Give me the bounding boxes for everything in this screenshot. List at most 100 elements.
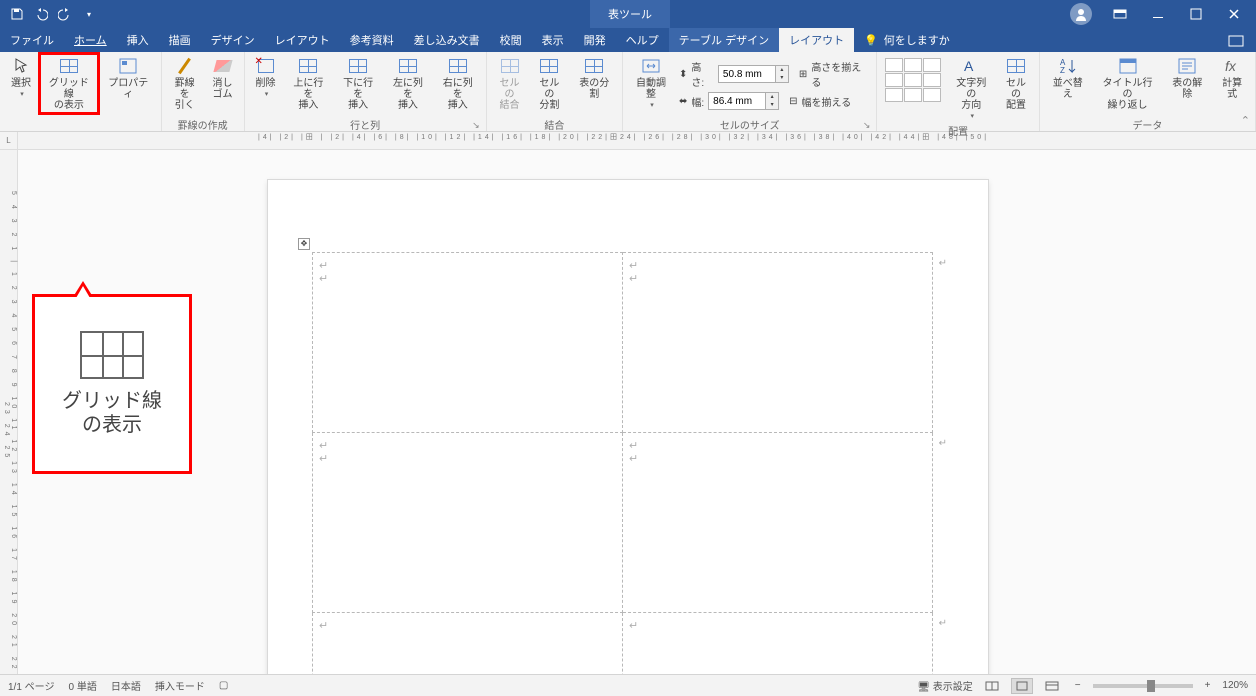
undo-button[interactable]	[32, 5, 50, 23]
macro-record-icon[interactable]: ▢	[219, 680, 228, 691]
close-button[interactable]	[1216, 0, 1252, 28]
sort-button[interactable]: AZ並べ替え	[1044, 54, 1092, 102]
tell-me-search[interactable]: 💡 何をしますか	[854, 28, 960, 52]
rowscols-launcher[interactable]: ↘	[472, 120, 480, 131]
insert-below-button[interactable]: 下に行を 挿入	[334, 54, 382, 113]
tab-design[interactable]: デザイン	[201, 28, 265, 52]
tab-table-design[interactable]: テーブル デザイン	[669, 28, 779, 52]
eraser-button[interactable]: 消し ゴム	[206, 54, 240, 102]
input-mode-status[interactable]: 挿入モード	[155, 678, 205, 693]
insert-left-button[interactable]: 左に列を 挿入	[384, 54, 432, 113]
distribute-rows-button[interactable]: 高さを揃える	[811, 59, 870, 89]
align-tc[interactable]	[904, 58, 922, 72]
title-bar: ▾ 文書 1 - Word 表ツール	[0, 0, 1256, 28]
align-tr[interactable]	[923, 58, 941, 72]
align-mr[interactable]	[923, 73, 941, 87]
tab-draw[interactable]: 描画	[159, 28, 201, 52]
redo-button[interactable]	[56, 5, 74, 23]
status-bar: 1/1 ページ 0 単語 日本語 挿入モード ▢ 🖥 表示設定 − + 120%	[0, 674, 1256, 696]
repeat-header-label: タイトル行の 繰り返し	[1098, 78, 1158, 111]
group-cellsize-label: セルのサイズ	[720, 121, 780, 132]
tab-home[interactable]: ホーム	[64, 28, 117, 52]
maximize-button[interactable]	[1178, 0, 1214, 28]
draw-table-button[interactable]: 罫線を 引く	[166, 54, 204, 113]
split-cells-button[interactable]: セルの 分割	[530, 54, 568, 113]
insert-right-button[interactable]: 右に列を 挿入	[434, 54, 482, 113]
group-rowscols-label: 行と列	[350, 121, 380, 132]
ribbon: 選択 グリッド線 の表示 プロパティ 罫線を 引く 消し ゴム 罫線の作成 削除…	[0, 52, 1256, 132]
merge-cells-label: セルの 結合	[495, 78, 525, 111]
tab-layout[interactable]: レイアウト	[265, 28, 340, 52]
table-cell[interactable]: ↵↵	[623, 433, 933, 613]
align-br[interactable]	[923, 88, 941, 102]
merge-cells-button[interactable]: セルの 結合	[491, 54, 529, 113]
page-number-status[interactable]: 1/1 ページ	[8, 678, 54, 693]
table-cell[interactable]: ↵↵	[313, 253, 623, 433]
cell-margins-button[interactable]: セルの 配置	[997, 54, 1035, 113]
qat-customize-button[interactable]: ▾	[80, 5, 98, 23]
align-tl[interactable]	[885, 58, 903, 72]
table-cell[interactable]: ↵↵	[623, 253, 933, 433]
zoom-in-button[interactable]: +	[1201, 680, 1215, 691]
col-width-input[interactable]: ▴▾	[708, 92, 779, 110]
word-count-status[interactable]: 0 単語	[68, 678, 96, 693]
language-status[interactable]: 日本語	[111, 678, 141, 693]
table-move-handle[interactable]: ✥	[298, 238, 310, 250]
tab-references[interactable]: 参考資料	[340, 28, 404, 52]
insert-above-button[interactable]: 上に行を 挿入	[285, 54, 333, 113]
table-cell[interactable]: ↵	[623, 613, 933, 675]
convert-to-text-button[interactable]: 表の解除	[1163, 54, 1211, 102]
tab-mailings[interactable]: 差し込み文書	[404, 28, 490, 52]
autofit-button[interactable]: 自動調整	[627, 54, 675, 112]
eraser-label: 消し ゴム	[213, 78, 233, 100]
view-gridlines-button[interactable]: グリッド線 の表示	[40, 54, 98, 113]
ribbon-display-options-button[interactable]	[1102, 0, 1138, 28]
distribute-cols-button[interactable]: 幅を揃える	[802, 94, 852, 109]
display-settings-button[interactable]: 🖥 表示設定	[917, 678, 972, 693]
zoom-slider[interactable]	[1093, 684, 1193, 688]
share-button[interactable]	[1216, 28, 1256, 52]
tab-file[interactable]: ファイル	[0, 28, 64, 52]
width-up[interactable]: ▴	[766, 93, 778, 101]
text-direction-button[interactable]: A文字列の 方向	[947, 54, 995, 123]
horizontal-ruler[interactable]: |4| |2| |田 | |2| |4| |6| |8| |10| |12| |…	[18, 132, 1256, 150]
tab-help[interactable]: ヘルプ	[616, 28, 669, 52]
web-layout-button[interactable]	[1041, 678, 1063, 694]
align-mc[interactable]	[904, 73, 922, 87]
height-down[interactable]: ▾	[776, 74, 788, 82]
read-mode-button[interactable]	[981, 678, 1003, 694]
sort-label: 並べ替え	[1048, 78, 1088, 100]
delete-button[interactable]: 削除	[249, 54, 283, 101]
table-cell[interactable]: ↵↵	[313, 433, 623, 613]
height-up[interactable]: ▴	[776, 66, 788, 74]
document-page[interactable]: ✥ ↵↵ ↵↵ ↵↵ ↵↵ ↵ ↵ ↵ ↵	[268, 180, 988, 674]
cellsize-launcher[interactable]: ↘	[863, 120, 871, 131]
properties-button[interactable]: プロパティ	[100, 54, 157, 102]
tab-insert[interactable]: 挿入	[117, 28, 159, 52]
save-button[interactable]	[8, 5, 26, 23]
align-bc[interactable]	[904, 88, 922, 102]
account-avatar[interactable]	[1070, 3, 1092, 25]
autofit-label: 自動調整	[631, 78, 671, 100]
repeat-header-button[interactable]: タイトル行の 繰り返し	[1094, 54, 1162, 113]
minimize-button[interactable]	[1140, 0, 1176, 28]
delete-label: 削除	[256, 78, 276, 89]
vertical-ruler[interactable]: 5 4 3 2 1 | 1 2 3 4 5 6 7 8 9 10 11 12 1…	[0, 150, 18, 674]
tab-table-layout[interactable]: レイアウト	[779, 28, 854, 52]
table-cell[interactable]: ↵	[313, 613, 623, 675]
row-height-input[interactable]: ▴▾	[718, 65, 789, 83]
document-table[interactable]: ↵↵ ↵↵ ↵↵ ↵↵ ↵ ↵	[312, 252, 933, 674]
align-ml[interactable]	[885, 73, 903, 87]
collapse-ribbon-button[interactable]: ⌃	[1241, 114, 1250, 127]
width-down[interactable]: ▾	[766, 101, 778, 109]
tab-review[interactable]: 校閲	[490, 28, 532, 52]
select-button[interactable]: 選択	[4, 54, 38, 101]
tab-developer[interactable]: 開発	[574, 28, 616, 52]
formula-button[interactable]: fx計算式	[1213, 54, 1251, 102]
split-table-button[interactable]: 表の分割	[570, 54, 618, 102]
zoom-level[interactable]: 120%	[1222, 680, 1248, 691]
align-bl[interactable]	[885, 88, 903, 102]
tab-view[interactable]: 表示	[532, 28, 574, 52]
zoom-out-button[interactable]: −	[1071, 680, 1085, 691]
print-layout-button[interactable]	[1011, 678, 1033, 694]
